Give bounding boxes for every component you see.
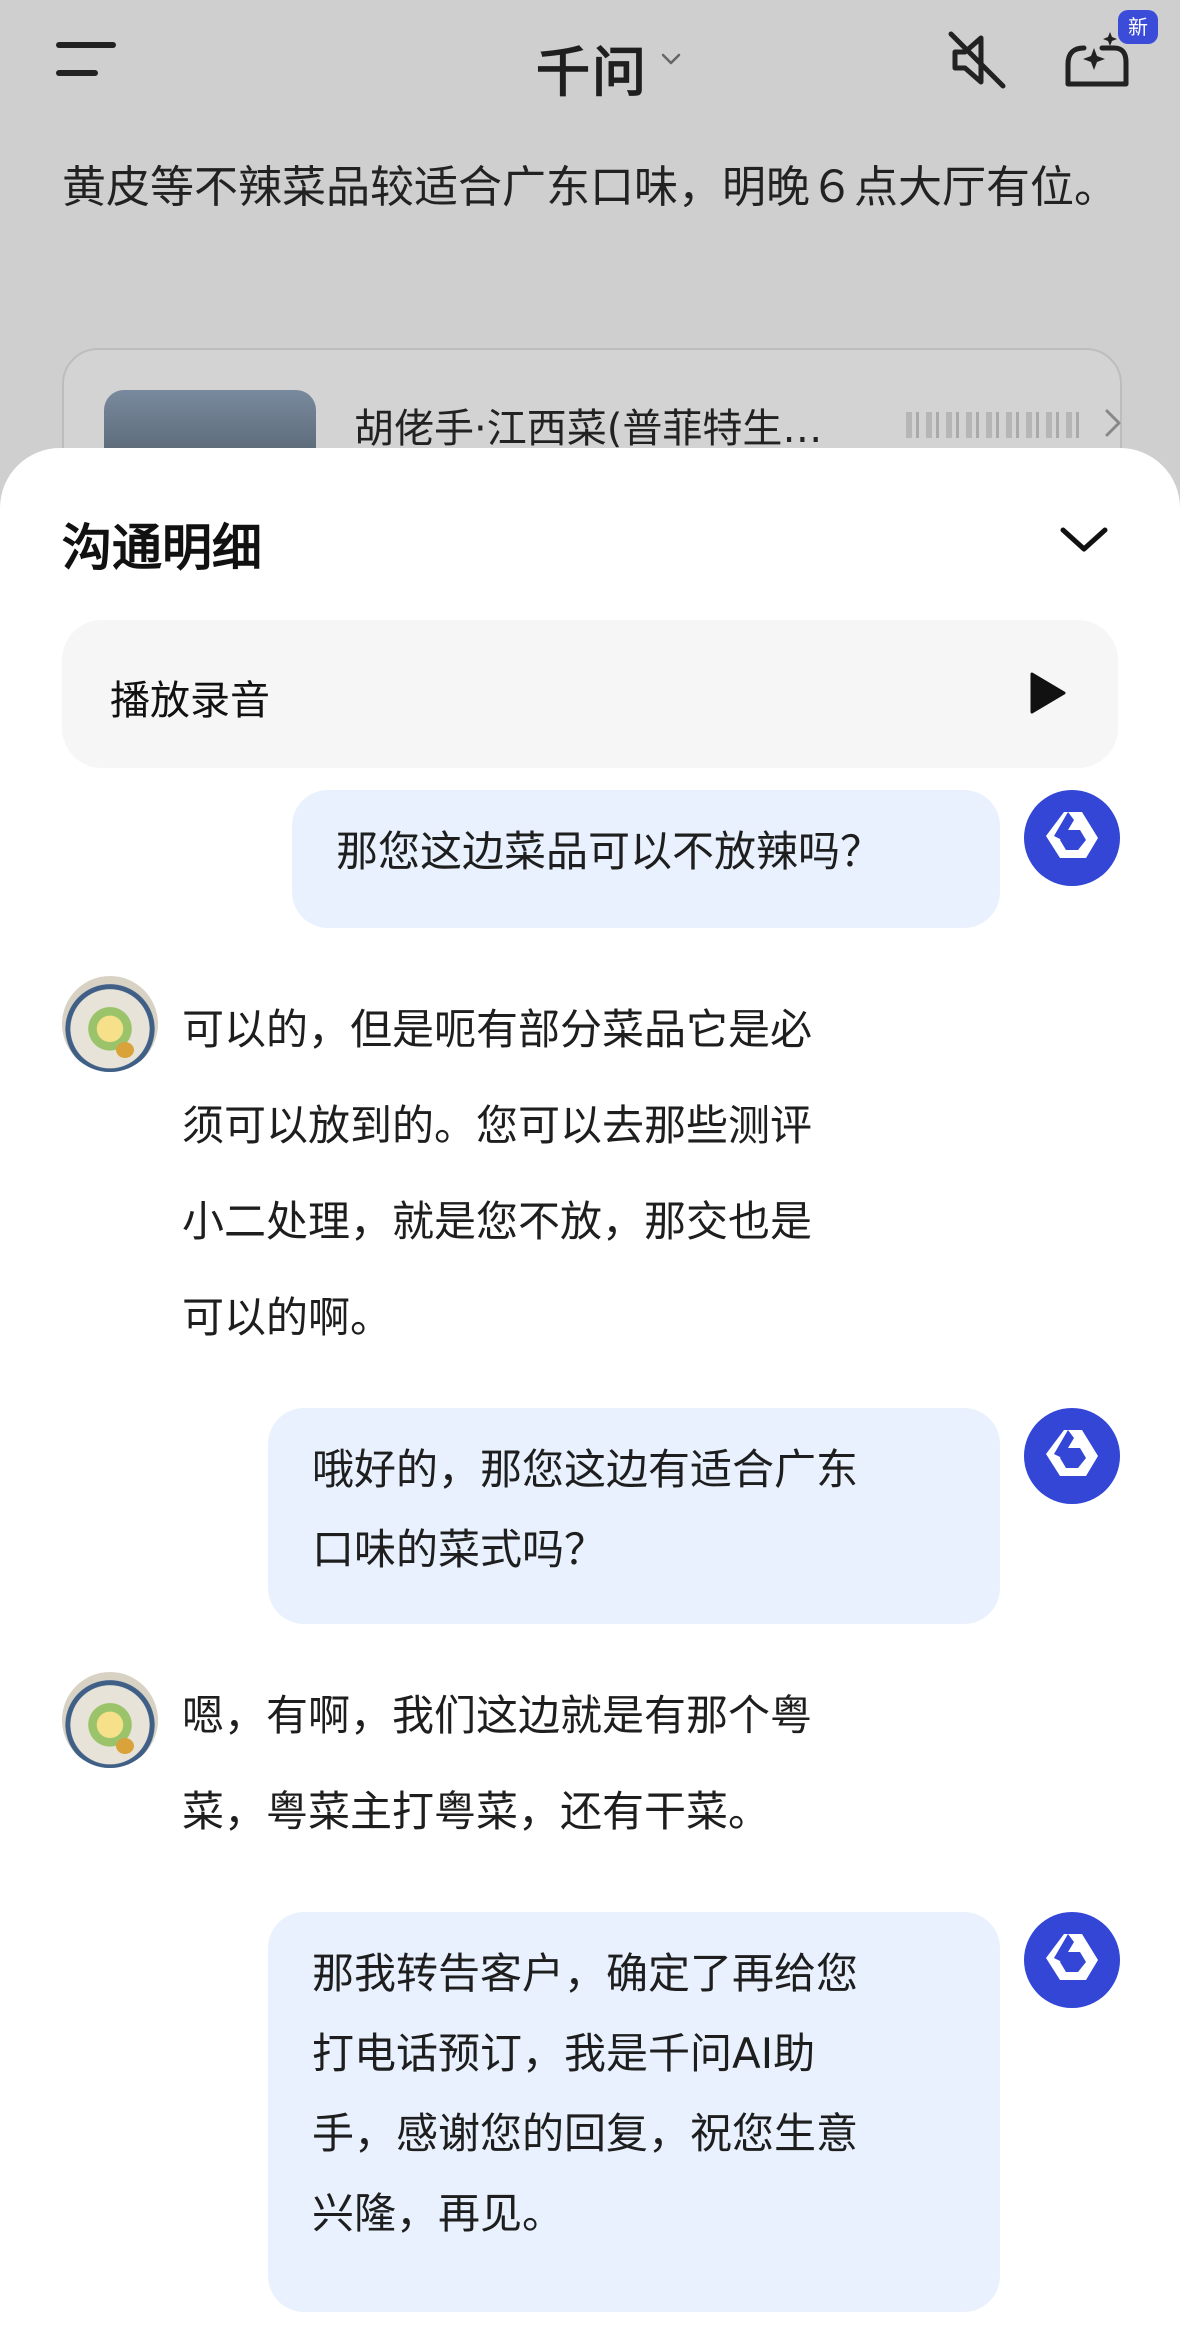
ai-assistant-avatar-icon [1024,790,1120,886]
sheet-title: 沟通明细 [62,519,262,577]
ai-message-bubble: 哦好的，那您这边有适合广东 口味的菜式吗？ [268,1408,1000,1624]
ai-message-line: 打电话预订，我是千问AI助 [312,2029,816,2078]
merchant-message-line: 可以的，但是呃有部分菜品它是必 [182,1005,813,1054]
ai-message-line: 哦好的，那您这边有适合广东 [312,1445,859,1494]
merchant-message-line: 菜，粤菜主打粤菜，还有干菜。 [182,1787,771,1836]
ai-message-bubble: 那我转告客户，确定了再给您 打电话预订，我是千问AI助 手，感谢您的回复，祝您生… [268,1912,1000,2312]
background-chat-page: 千问 新 黄皮等不辣菜品较适合广东口味，明晚６点大厅有位。 胡佬手·江西菜(普菲… [0,0,1180,552]
ai-message-text: 那您这边菜品可以不放辣吗？ [336,827,883,876]
merchant-message: 可以的，但是呃有部分菜品它是必 须可以放到的。您可以去那些测评 小二处理，就是您… [182,982,922,1366]
collapse-chevron-icon[interactable] [1058,524,1110,554]
ai-assistant-avatar-icon [1024,1408,1120,1504]
ai-message-line: 兴隆，再见。 [312,2189,565,2238]
assistant-reply-text: 黄皮等不辣菜品较适合广东口味，明晚６点大厅有位。 [62,162,1118,213]
communication-detail-sheet: 沟通明细 播放录音 那您这边菜品可以不放辣吗？ 可以的，但是呃有部分菜品它是必 … [0,448,1180,2348]
chevron-right-icon[interactable] [1104,408,1122,438]
ai-message-line: 口味的菜式吗？ [312,1525,607,1574]
play-recording-label: 播放录音 [110,678,270,724]
ai-assistant-avatar-icon [1024,1912,1120,2008]
play-recording-button[interactable]: 播放录音 [62,620,1118,768]
speaker-mute-icon[interactable] [945,28,1009,92]
ai-message-line: 手，感谢您的回复，祝您生意 [312,2109,859,2158]
ai-message-line: 那我转告客户，确定了再给您 [312,1949,859,1998]
merchant-message-line: 嗯，有啊，我们这边就是有那个粤 [182,1691,813,1740]
merchant-message-line: 可以的啊。 [182,1293,393,1342]
new-badge: 新 [1118,10,1158,44]
merchant-message-line: 小二处理，就是您不放，那交也是 [182,1197,813,1246]
top-bar: 千问 新 [0,0,1180,125]
chevron-down-icon[interactable] [660,52,682,66]
ai-message-bubble: 那您这边菜品可以不放辣吗？ [292,790,1000,928]
app-title[interactable]: 千问 [536,28,648,107]
merchant-avatar [62,976,158,1072]
play-icon[interactable] [1024,670,1070,716]
shop-name: 胡佬手·江西菜(普菲特生… [354,406,823,452]
merchant-avatar [62,1672,158,1768]
menu-icon[interactable] [56,42,118,78]
merchant-message-line: 须可以放到的。您可以去那些测评 [182,1101,813,1150]
shop-info-redacted [906,412,1086,438]
merchant-message: 嗯，有啊，我们这边就是有那个粤 菜，粤菜主打粤菜，还有干菜。 [182,1668,922,1860]
